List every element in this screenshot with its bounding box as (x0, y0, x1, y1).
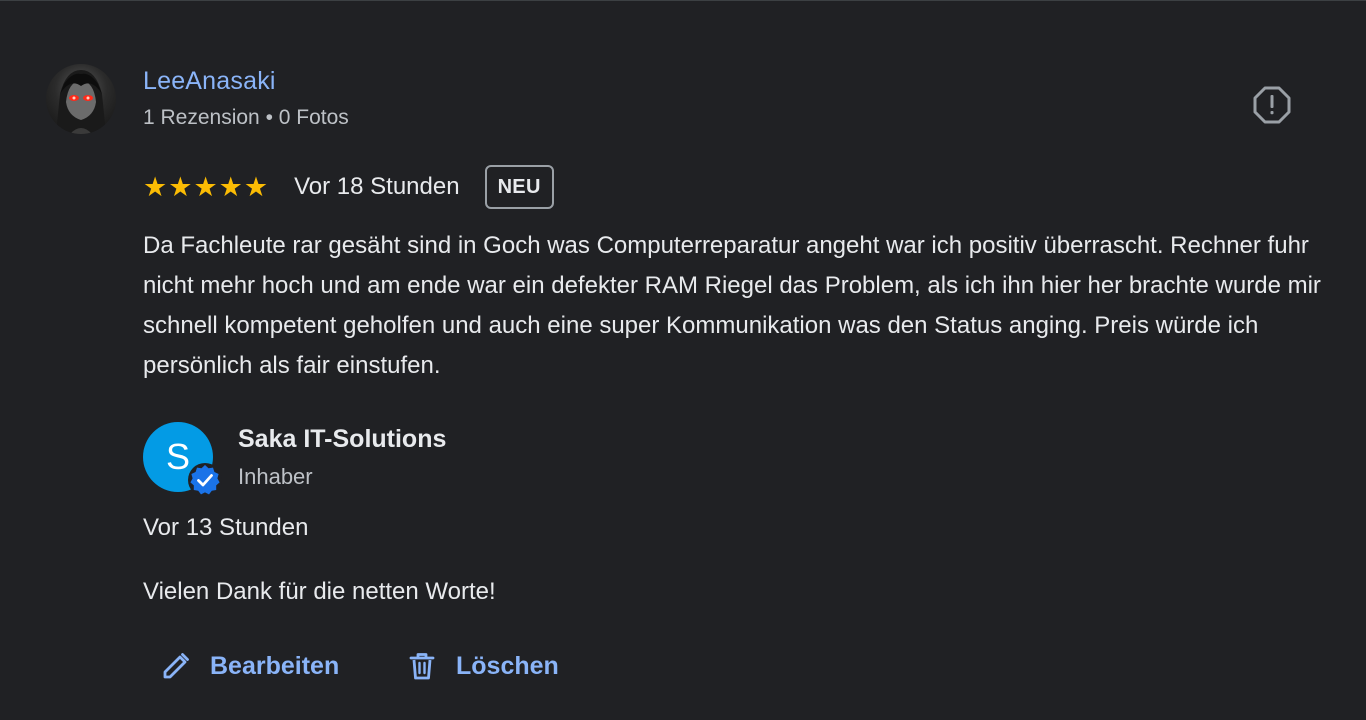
review-time: Vor 18 Stunden (294, 173, 460, 200)
owner-role: Inhaber (238, 464, 313, 489)
star-icon: ★ (218, 171, 243, 203)
delete-button[interactable]: Löschen (406, 641, 559, 691)
review-text: Da Fachleute rar gesäht sind in Goch was… (143, 232, 1321, 379)
new-badge: NEU (484, 165, 554, 209)
star-icon: ★ (143, 171, 168, 203)
star-icon: ★ (243, 171, 269, 203)
reviewer-meta: 1 Rezension • 0 Fotos (143, 106, 349, 129)
edit-button[interactable]: Bearbeiten (160, 641, 339, 691)
star-rating: ★ ★ ★ ★ ★ (143, 174, 268, 201)
star-icon: ★ (193, 171, 218, 203)
star-icon: ★ (168, 171, 193, 203)
reply-time: Vor 13 Stunden (143, 514, 309, 541)
avatar-image (56, 70, 106, 134)
reviewer-avatar[interactable] (46, 64, 116, 134)
reviewer-name[interactable]: LeeAnasaki (143, 67, 276, 96)
review-card: LeeAnasaki 1 Rezension • 0 Fotos ★ ★ ★ ★… (0, 0, 1366, 720)
edit-button-label: Bearbeiten (210, 651, 340, 680)
rating-row: ★ ★ ★ ★ ★ Vor 18 Stunden NEU (143, 163, 554, 211)
owner-name: Saka IT-Solutions (238, 425, 447, 453)
delete-button-label: Löschen (456, 651, 559, 680)
verified-badge-icon (187, 462, 223, 498)
reply-text: Vielen Dank für die netten Worte! (143, 578, 496, 605)
report-icon[interactable] (1252, 85, 1292, 125)
trash-icon (406, 650, 438, 682)
pencil-icon (160, 650, 192, 682)
